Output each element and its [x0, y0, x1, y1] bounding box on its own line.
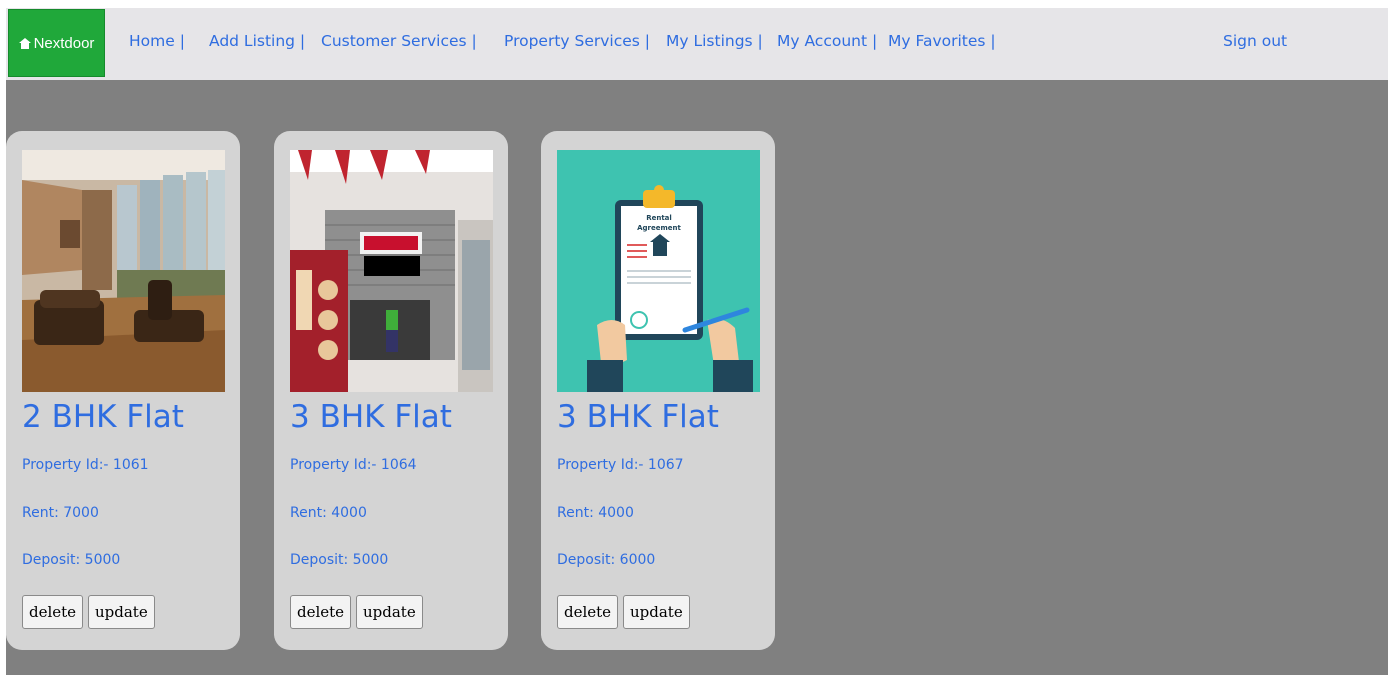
- listing-title: 2 BHK Flat: [22, 399, 184, 435]
- listing-card: 3 BHK Flat Property Id:- 1064 Rent: 4000…: [274, 131, 508, 650]
- rent: Rent: 4000: [290, 505, 367, 521]
- listing-image-rental-agreement: Rental Agreement: [557, 150, 760, 392]
- nav-link-home[interactable]: Home |: [129, 32, 185, 50]
- image-text-rental: Rental: [646, 214, 672, 222]
- listing-image-storefront: [290, 150, 493, 392]
- brand-label: Nextdoor: [33, 34, 95, 52]
- page-background: Nextdoor Home | Add Listing | Customer S…: [6, 8, 1388, 675]
- listing-title: 3 BHK Flat: [290, 399, 452, 435]
- deposit: Deposit: 5000: [290, 552, 389, 568]
- listing-image-living-room: [22, 150, 225, 392]
- listing-card: 2 BHK Flat Property Id:- 1061 Rent: 7000…: [6, 131, 240, 650]
- delete-button[interactable]: delete: [22, 595, 84, 629]
- nav-link-my-favorites[interactable]: My Favorites |: [888, 32, 996, 50]
- rent: Rent: 4000: [557, 505, 634, 521]
- property-id: Property Id:- 1067: [557, 457, 684, 473]
- listing-title: 3 BHK Flat: [557, 399, 719, 435]
- nav-link-my-listings[interactable]: My Listings |: [666, 32, 763, 50]
- rent: Rent: 7000: [22, 505, 99, 521]
- image-text-agreement: Agreement: [637, 224, 681, 232]
- sign-out-link[interactable]: Sign out: [1223, 32, 1287, 50]
- update-button[interactable]: update: [88, 595, 155, 629]
- property-id: Property Id:- 1064: [290, 457, 417, 473]
- deposit: Deposit: 6000: [557, 552, 656, 568]
- brand-logo[interactable]: Nextdoor: [8, 9, 105, 77]
- update-button[interactable]: update: [623, 595, 690, 629]
- nav-link-my-account[interactable]: My Account |: [777, 32, 877, 50]
- delete-button[interactable]: delete: [290, 595, 352, 629]
- nav-link-add-listing[interactable]: Add Listing |: [209, 32, 305, 50]
- listing-card: Rental Agreement 3 BHK Flat Property Id:…: [541, 131, 775, 650]
- delete-button[interactable]: delete: [557, 595, 619, 629]
- deposit: Deposit: 5000: [22, 552, 121, 568]
- home-icon: [18, 37, 31, 49]
- nav-link-customer-services[interactable]: Customer Services |: [321, 32, 477, 50]
- update-button[interactable]: update: [356, 595, 423, 629]
- nav-link-property-services[interactable]: Property Services |: [504, 32, 650, 50]
- property-id: Property Id:- 1061: [22, 457, 149, 473]
- navbar: Nextdoor Home | Add Listing | Customer S…: [6, 8, 1388, 80]
